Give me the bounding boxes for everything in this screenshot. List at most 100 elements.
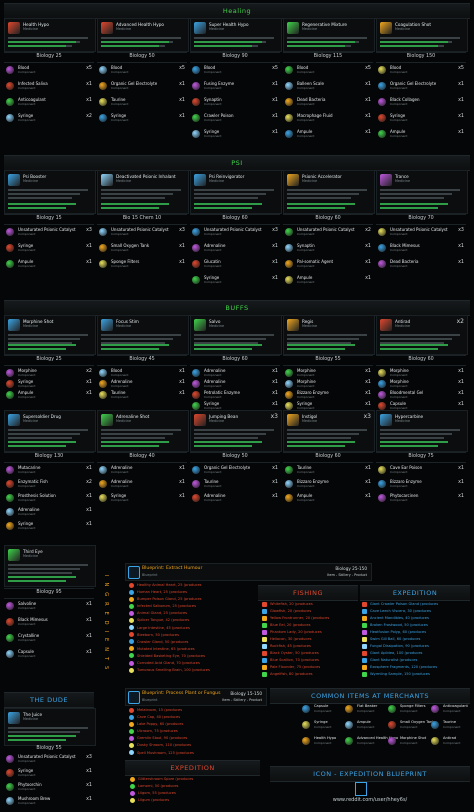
ingredient-row[interactable]: Capsule Component x1 bbox=[4, 648, 94, 660]
ingredient-row[interactable]: Ampule Component x1 bbox=[376, 128, 466, 140]
ingredient-row[interactable]: Syringe Component x1 bbox=[4, 767, 94, 779]
recipe-card[interactable]: Instigol Medicine x3 bbox=[283, 410, 375, 452]
recipe-card[interactable]: Regis Medicine bbox=[283, 315, 375, 355]
ingredient-row[interactable]: Prosthesis Solution Component x1 bbox=[4, 492, 94, 504]
list-item[interactable]: Swim Gill Ball, 60 (produces bbox=[362, 636, 438, 643]
ingredient-row[interactable]: Taurine Component x1 bbox=[190, 478, 280, 490]
recipe-card[interactable]: Hypercarbine Medicine bbox=[376, 410, 468, 452]
recipe-card[interactable]: Psi Booster Medicine bbox=[4, 170, 96, 214]
list-item[interactable]: Yellow Frontrunner, 20 (produces bbox=[262, 615, 329, 622]
list-item[interactable]: Glowfish, 20 (produces bbox=[262, 608, 329, 615]
ingredient-row[interactable]: Taurine Component x1 bbox=[97, 96, 187, 108]
list-item[interactable]: Black Oyster, 50 (produces bbox=[262, 650, 329, 657]
product-item[interactable]: Cave Cap, 40 (produces bbox=[129, 714, 194, 721]
ingredient-row[interactable]: Glucatin Component x1 bbox=[190, 258, 280, 270]
product-item[interactable]: Lake Poppy, 60 (produces bbox=[129, 721, 194, 728]
ingredient-row[interactable]: Black Mimesus Component x1 bbox=[376, 242, 466, 254]
product-item[interactable]: Lilgum (produces bbox=[130, 797, 193, 804]
ingredient-row[interactable]: Ampule Component x1 bbox=[4, 258, 94, 270]
ingredient-row[interactable]: Adrenaline Component x1 bbox=[4, 506, 94, 518]
blueprint-header[interactable]: Blueprint: Extract Humour Blueprint Biolog… bbox=[125, 563, 372, 581]
list-item[interactable]: Phantom Lady, 20 (produces bbox=[262, 629, 329, 636]
ingredient-row[interactable]: Black Collagen Component x1 bbox=[376, 96, 466, 108]
blueprint-header[interactable]: Blueprint: Process Plant or Fungus Bluepr… bbox=[125, 688, 267, 706]
product-item[interactable]: Lilgom, 55 (produces bbox=[130, 790, 193, 797]
list-item[interactable]: Cave Leech Viscera, 30 (produces bbox=[362, 608, 438, 615]
product-item[interactable]: Splicer Tongue, 42 (produces bbox=[129, 617, 210, 624]
list-item[interactable]: Heatfusion Polyp, 60 (produces bbox=[362, 629, 438, 636]
ingredient-row[interactable]: Crystalline Component x1 bbox=[4, 632, 94, 644]
recipe-card[interactable]: Coagulation Shot Medicine bbox=[376, 18, 468, 52]
merchant-item[interactable]: Sponge Filters Component bbox=[386, 703, 428, 715]
merchant-item[interactable]: Antirad Component bbox=[429, 735, 471, 747]
ingredient-row[interactable]: Syringe Component x1 bbox=[190, 274, 280, 286]
recipe-card[interactable]: Morphine Shot Medicine bbox=[4, 315, 96, 355]
merchant-item[interactable]: Advanced Health Hypo Component bbox=[343, 735, 398, 747]
ingredient-row[interactable]: Syringe Component x1 bbox=[190, 128, 280, 140]
recipe-card[interactable]: Focus Stim Medicine bbox=[97, 315, 189, 355]
list-item[interactable]: Exosphere Fragments, 120 (produces bbox=[362, 664, 438, 671]
ingredient-row[interactable]: Dead Bacteria Component x1 bbox=[376, 258, 466, 270]
recipe-card[interactable]: Advanced Health Hypo Medicine bbox=[97, 18, 189, 52]
product-item[interactable]: Spell Mushroom, 125 (produces bbox=[129, 750, 194, 757]
ingredient-row[interactable]: Phytocarcinen Component x1 bbox=[376, 492, 466, 504]
reddit-link[interactable]: www.reddit.com/user/hhey6s/ bbox=[270, 797, 470, 803]
ingredient-row[interactable]: Dead Bacteria Component x1 bbox=[283, 96, 373, 108]
ingredient-row[interactable]: Crawler Poison Component x1 bbox=[190, 112, 280, 124]
product-item[interactable]: Dusky Shroom, 110 (produces bbox=[129, 742, 194, 749]
product-item[interactable]: Bleeborn, 50 (produces bbox=[129, 632, 210, 639]
ingredient-row[interactable]: Syringe Component x1 bbox=[4, 520, 94, 532]
merchant-item[interactable]: Taurine Component bbox=[429, 719, 471, 731]
product-item[interactable]: Corroded Acid Gland, 70 (produces bbox=[129, 660, 210, 667]
recipe-card[interactable]: Psi Reinvigorator Medicine bbox=[190, 170, 282, 214]
ingredient-row[interactable]: Syringe Component x1 bbox=[4, 242, 94, 254]
recipe-card[interactable]: Trance Medicine bbox=[376, 170, 468, 214]
list-item[interactable]: Blue Eel, 20 (produces bbox=[262, 622, 329, 629]
recipe-card[interactable]: Regenerative Mixture Medicine bbox=[283, 18, 375, 52]
ingredient-row[interactable]: Mushroom Brew Component x1 bbox=[4, 795, 94, 807]
ingredient-row[interactable]: Organic Gel Electrolyte Component x1 bbox=[376, 80, 466, 92]
product-item[interactable]: Crawler Gland, 50 (produces bbox=[129, 639, 210, 646]
list-item[interactable]: Ancient Mandibles, 40 (produces bbox=[362, 615, 438, 622]
ingredient-row[interactable]: Ampule Component x1 bbox=[283, 128, 373, 140]
ingredient-row[interactable]: Blood Component x5 bbox=[97, 64, 187, 76]
ingredient-row[interactable]: Unsaturated Psionic Catalyst Component x3 bbox=[4, 753, 94, 765]
list-item[interactable]: Fungal Dissipation, 90 (produces bbox=[362, 643, 438, 650]
recipe-card[interactable]: The Juice Medicine bbox=[4, 708, 96, 746]
product-item[interactable]: Healthy Animal Heart, 25 (produces bbox=[129, 582, 210, 589]
list-item[interactable]: Heliocon, 30 (produces bbox=[262, 636, 329, 643]
ingredient-row[interactable]: Blood Component x5 bbox=[283, 64, 373, 76]
ingredient-row[interactable]: Salvoline Component x1 bbox=[4, 600, 94, 612]
product-item[interactable]: Animal Gland, 25 (produces bbox=[129, 610, 210, 617]
ingredient-row[interactable]: Bizzaro Enzyme Component x1 bbox=[283, 478, 373, 490]
list-item[interactable]: Angelfish, 80 (produces bbox=[262, 671, 329, 678]
merchant-item[interactable]: Syringe Component bbox=[300, 719, 342, 731]
product-item[interactable]: Large Intestine, 45 (produces bbox=[129, 625, 210, 632]
ingredient-row[interactable]: Mutacarine Component x1 bbox=[4, 464, 94, 476]
ingredient-row[interactable]: Small Oxygen Tank Component x1 bbox=[97, 242, 187, 254]
recipe-card[interactable]: Adrenaline Shot Medicine bbox=[97, 410, 189, 452]
ingredient-row[interactable]: Adrenaline Component x1 bbox=[190, 242, 280, 254]
list-item[interactable]: Rockfish, 45 (produces bbox=[262, 643, 329, 650]
recipe-card[interactable]: Salvo Medicine bbox=[190, 315, 282, 355]
list-item[interactable]: Giant Naturalist (produces bbox=[362, 657, 438, 664]
ingredient-row[interactable]: Blood Component x5 bbox=[190, 64, 280, 76]
ingredient-row[interactable]: Ampule Component x1 bbox=[4, 389, 94, 401]
merchant-item[interactable]: Small Oxygen Tank Component bbox=[386, 719, 434, 731]
ingredient-row[interactable]: Syringe Component x1 bbox=[376, 112, 466, 124]
product-item[interactable]: Tumorous Smelling Brain, 100 (produces bbox=[129, 667, 210, 674]
ingredient-row[interactable]: Balleen Scale Component x1 bbox=[283, 80, 373, 92]
ingredient-row[interactable]: Synaptin Component x1 bbox=[283, 242, 373, 254]
product-item[interactable]: Bumper Poison Gland, 25 (produces bbox=[129, 596, 210, 603]
list-item[interactable]: Giant Apiidea, 100 (produces bbox=[362, 650, 438, 657]
merchant-item[interactable]: Flat Beaker Component bbox=[343, 703, 385, 715]
recipe-card[interactable]: Jumping Bean Medicine x3 bbox=[190, 410, 282, 452]
ingredient-row[interactable]: Blood Component x5 bbox=[4, 64, 94, 76]
merchant-item[interactable]: Ampule Component bbox=[343, 719, 385, 731]
ingredient-row[interactable]: Ampule Component x1 bbox=[283, 274, 373, 286]
list-item[interactable]: Whitefish, 20 (produces bbox=[262, 601, 329, 608]
product-item[interactable]: Human Heart, 25 (produces bbox=[129, 589, 210, 596]
ingredient-row[interactable]: Adrenaline Component x1 bbox=[97, 464, 187, 476]
list-item[interactable]: Pale Flounder, 75 (produces bbox=[262, 664, 329, 671]
merchant-item[interactable]: Anticoagulant Component bbox=[429, 703, 471, 715]
